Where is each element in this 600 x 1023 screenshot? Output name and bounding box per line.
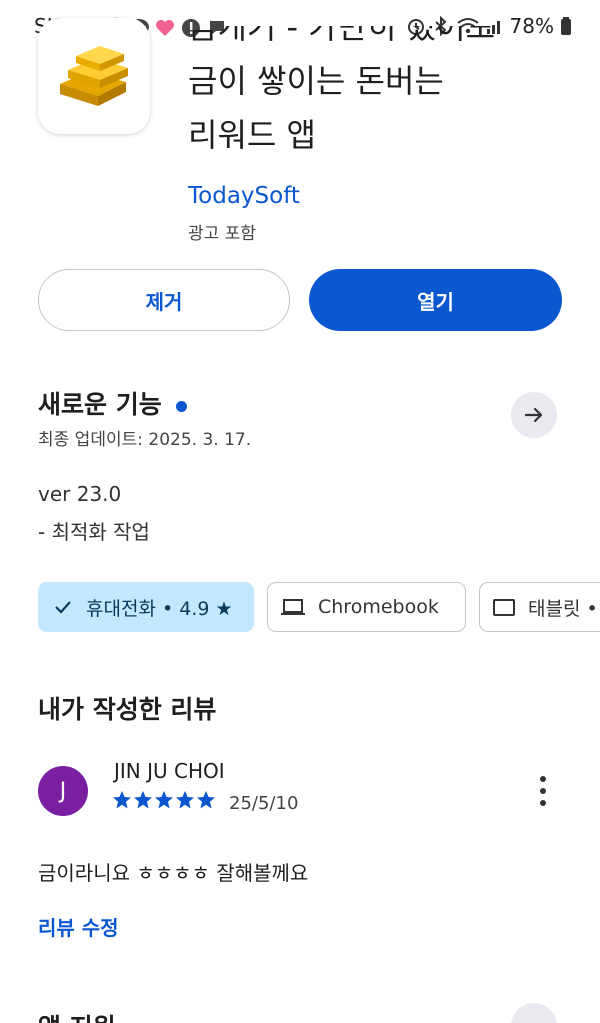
star-icon (134, 791, 152, 809)
app-support-title: 앱 지원 (38, 1008, 116, 1023)
reviewer-name: JIN JU CHOI (114, 759, 225, 783)
edit-review-link[interactable]: 리뷰 수정 (38, 912, 119, 941)
release-version: ver 23.0 (38, 482, 122, 506)
star-icon (113, 791, 131, 809)
contains-ads-label: 광고 포함 (188, 224, 256, 244)
device-chip-tablet-label: 태블릿 • (528, 597, 598, 620)
developer-link[interactable]: TodaySoft (188, 183, 300, 209)
last-updated: 최종 업데이트: 2025. 3. 17. (38, 430, 252, 450)
star-icon (176, 791, 194, 809)
app-icon[interactable] (38, 18, 150, 134)
new-indicator-dot (175, 400, 187, 412)
app-title-line1-clipped: 금캐기 - 가만히 있어도 (188, 26, 496, 46)
play-store-app-page: SKT 5:58 TALK 78% (0, 0, 600, 1023)
review-date: 25/5/10 (229, 793, 299, 814)
uninstall-button[interactable]: 제거 (38, 269, 290, 331)
more-dot (540, 776, 546, 782)
my-review-title: 내가 작성한 리뷰 (38, 695, 217, 724)
arrow-right-icon (524, 407, 543, 423)
star-icon (155, 791, 173, 809)
release-note: - 최적화 작업 (38, 520, 150, 544)
whats-new-arrow-button[interactable] (511, 392, 557, 438)
star-icon (197, 791, 215, 809)
tablet-icon (493, 599, 515, 616)
star-rating (112, 790, 216, 810)
device-chip-phone-label: 휴대전화 • 4.9 ★ (86, 597, 233, 620)
more-dot (540, 800, 546, 806)
avatar: J (38, 766, 88, 816)
whats-new-title: 새로운 기능 (38, 385, 187, 421)
review-text: 금이라니요 ㅎㅎㅎㅎ 잘해볼께요 (38, 861, 309, 885)
device-chip-chromebook-label: Chromebook (318, 596, 439, 618)
open-button[interactable]: 열기 (309, 269, 562, 331)
more-options-button[interactable] (530, 776, 556, 806)
heart-icon (156, 20, 174, 36)
device-chip-tablet[interactable]: 태블릿 • (479, 582, 600, 632)
app-title: 금캐기 - 가만히 있어도 금이 쌓이는 돈버는 리워드 앱 (188, 26, 578, 162)
device-chip-chromebook[interactable]: Chromebook (267, 582, 466, 632)
more-dot (540, 788, 546, 794)
check-icon (55, 601, 71, 614)
laptop-icon (281, 599, 305, 615)
app-title-line3: 리워드 앱 (188, 116, 316, 154)
app-title-line2: 금이 쌓이는 돈버는 (188, 62, 444, 100)
app-support-expand-button[interactable] (511, 1003, 557, 1023)
gold-bars-icon (60, 46, 128, 106)
device-chip-phone[interactable]: 휴대전화 • 4.9 ★ (38, 582, 254, 632)
